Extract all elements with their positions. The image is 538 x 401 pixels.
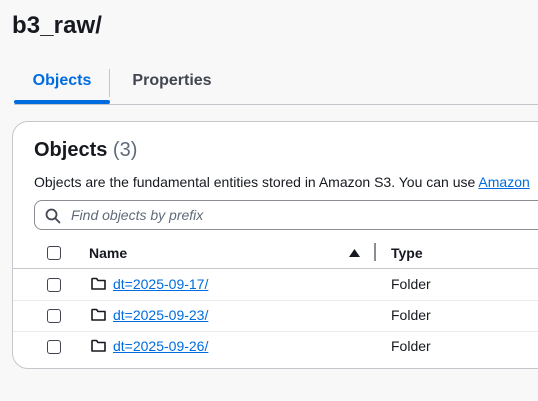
objects-heading: Objects <box>34 139 108 161</box>
tab-objects-label: Objects <box>32 72 92 89</box>
folder-icon <box>91 308 106 321</box>
page-title: b3_raw/ <box>12 12 103 39</box>
select-all-checkbox[interactable] <box>47 246 61 260</box>
tab-properties-label: Properties <box>132 72 212 89</box>
tab-properties[interactable]: Properties <box>122 64 222 102</box>
tab-divider <box>109 69 110 97</box>
tab-selected-indicator <box>14 100 110 104</box>
page: b3_raw/ Objects Properties Objects (3) O… <box>0 0 538 401</box>
row-checkbox[interactable] <box>47 309 61 323</box>
tab-bar: Objects Properties <box>14 64 538 105</box>
objects-panel-header: Objects (3) <box>34 139 137 162</box>
folder-icon <box>91 339 106 352</box>
table-row: dt=2025-09-17/ Folder <box>13 269 538 301</box>
object-type: Folder <box>391 338 431 354</box>
search-box <box>34 200 538 230</box>
tab-objects[interactable]: Objects <box>14 64 110 104</box>
object-type: Folder <box>391 276 431 292</box>
row-checkbox[interactable] <box>47 278 61 292</box>
objects-description-text: Objects are the fundamental entities sto… <box>34 174 479 190</box>
folder-icon <box>91 277 106 290</box>
object-type: Folder <box>391 307 431 323</box>
column-header-type[interactable]: Type <box>391 245 423 261</box>
objects-count: (3) <box>112 139 138 161</box>
object-name-link[interactable]: dt=2025-09-17/ <box>113 276 208 292</box>
table-header: Name Type <box>13 237 538 269</box>
objects-description-link[interactable]: Amazon <box>478 174 529 190</box>
objects-panel: Objects (3) Objects are the fundamental … <box>12 121 538 369</box>
column-header-name[interactable]: Name <box>89 245 127 261</box>
search-input[interactable] <box>71 201 538 229</box>
objects-description: Objects are the fundamental entities sto… <box>34 174 530 190</box>
object-name-link[interactable]: dt=2025-09-26/ <box>113 338 208 354</box>
object-name-link[interactable]: dt=2025-09-23/ <box>113 307 208 323</box>
column-resizer[interactable] <box>374 243 376 261</box>
row-checkbox[interactable] <box>47 340 61 354</box>
sort-ascending-icon[interactable] <box>349 249 360 257</box>
table-row: dt=2025-09-26/ Folder <box>13 331 538 362</box>
table-row: dt=2025-09-23/ Folder <box>13 300 538 332</box>
search-icon <box>45 208 61 224</box>
